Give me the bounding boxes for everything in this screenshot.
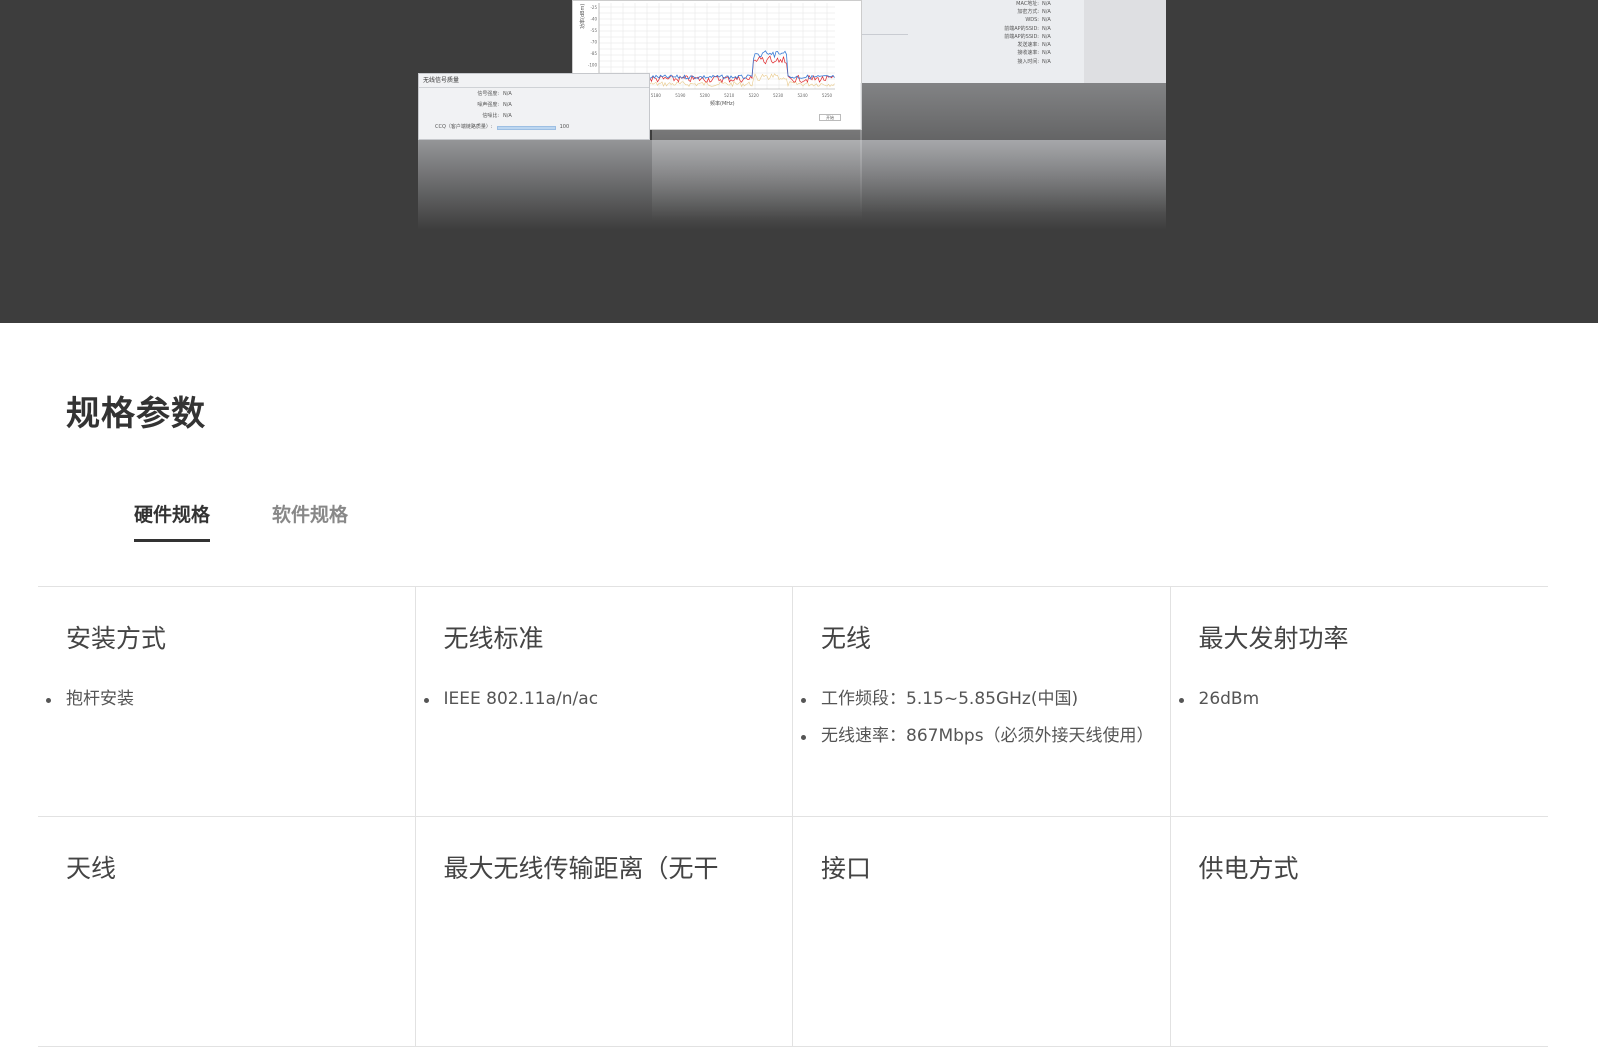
signal-quality-screenshot: 无线信号质量 信号强度: N/A 噪声强度: N/A 信噪比: N/A CCQ（客户端… [418, 73, 650, 140]
spec-row: 天线 最大无线传输距离（无干 接口 供电方式 [38, 817, 1548, 1047]
signal-row: 信号强度: N/A [477, 91, 512, 97]
x-tick-label: 5210 [724, 93, 735, 98]
divider [860, 34, 908, 35]
status-rows: MAC地址: N/A 加密方式: N/A WDS: N/A 前端AP的SSID: N/A 前端A… [942, 0, 1092, 66]
status-row: 接收速率: N/A [1017, 50, 1051, 57]
status-row: 加密方式: N/A [1017, 8, 1051, 15]
y-tick-label: -55 [590, 28, 597, 33]
y-tick-label: -40 [590, 17, 597, 22]
x-axis-label: 频率(MHz) [710, 101, 735, 107]
spec-heading: 天线 [66, 854, 117, 883]
spec-cell: 无线标准 IEEE 802.11a/n/ac [416, 587, 793, 816]
x-tick-label: 5240 [797, 93, 808, 98]
x-tick-label: 5220 [749, 93, 760, 98]
spec-item: 26dBm [1178, 685, 1549, 714]
spec-item: 工作频段：5.15~5.85GHz(中国) [801, 685, 1170, 714]
page-title: 规格参数 [66, 394, 206, 434]
spec-heading: 供电方式 [1198, 854, 1299, 883]
spec-cell: 无线工作频段：5.15~5.85GHz(中国) 无线速率：867Mbps（必须外接… [793, 587, 1171, 816]
spec-list: 抱杆安装 [46, 685, 415, 714]
spec-item: 无线速率：867Mbps（必须外接天线使用） [801, 722, 1170, 751]
status-row: 发送速率: N/A [1017, 42, 1051, 49]
status-row: WDS: N/A [1025, 17, 1051, 24]
status-row: 前端AP的SSID: N/A [1004, 33, 1051, 40]
ccq-row: CCQ（客户端链路质量）: 100 [435, 125, 569, 130]
spec-item: IEEE 802.11a/n/ac [423, 685, 793, 714]
spec-list: 工作频段：5.15~5.85GHz(中国) 无线速率：867Mbps（必须外接天线… [801, 685, 1170, 751]
spec-tabs: 硬件规格 软件规格 [134, 500, 410, 542]
status-row: 接入时间: N/A [1017, 58, 1051, 65]
y-tick-label: -25 [590, 5, 597, 10]
x-tick-label: 5200 [700, 93, 711, 98]
y-tick-label: -100 [588, 63, 598, 68]
tab-hardware-spec[interactable]: 硬件规格 [134, 500, 211, 542]
spec-grid: 安装方式 抱杆安装 无线标准 IEEE 802.11a/n/ac 无线 工作频段：5.15… [38, 586, 1548, 1047]
spec-heading: 安装方式 [66, 624, 167, 653]
ccq-label: CCQ（客户端链路质量）: [435, 124, 493, 130]
spec-cell: 天线 [38, 817, 416, 1046]
signal-row: 信噪比: N/A [482, 113, 512, 119]
side-pane [1084, 0, 1166, 83]
spec-cell: 供电方式 [1171, 817, 1549, 1046]
spec-heading: 接口 [821, 854, 872, 883]
spec-list: 26dBm [1178, 685, 1549, 714]
screenshot-reflection [652, 130, 862, 220]
start-button[interactable]: 开始 [819, 114, 841, 121]
hero-banner: MAC地址: N/A 加密方式: N/A WDS: N/A 前端AP的SSID: N/A 前端A… [0, 0, 1598, 323]
spec-row: 安装方式 抱杆安装 无线标准 IEEE 802.11a/n/ac 无线 工作频段：5.15… [38, 587, 1548, 817]
ccq-value: 100 [559, 124, 570, 130]
tab-software-spec[interactable]: 软件规格 [272, 500, 348, 542]
spec-cell: 最大发射功率 26dBm [1171, 587, 1549, 816]
spec-heading: 无线标准 [443, 624, 544, 653]
spec-list: IEEE 802.11a/n/ac [423, 685, 793, 714]
signal-row: 噪声强度: N/A [477, 102, 512, 108]
spec-heading: 最大无线传输距离（无干 [443, 854, 719, 883]
status-row: 前端AP的SSID: N/A [1004, 25, 1051, 32]
spec-heading: 最大发射功率 [1198, 624, 1349, 653]
x-tick-label: 5180 [651, 93, 662, 98]
x-tick-label: 5190 [675, 93, 686, 98]
spec-item: 抱杆安装 [46, 685, 415, 714]
signal-panel-title: 无线信号质量 [423, 77, 460, 84]
ccq-progress-bar [496, 125, 556, 130]
screenshot-reflection [860, 83, 1166, 213]
spec-cell: 安装方式抱杆安装 [38, 587, 416, 816]
divider [419, 87, 649, 88]
status-row: MAC地址: N/A [1016, 0, 1051, 7]
y-axis-label: 功率(dBm) [580, 3, 586, 29]
x-tick-label: 5250 [822, 93, 833, 98]
spec-cell: 最大无线传输距离（无干 [416, 817, 793, 1046]
spec-cell: 接口 [793, 817, 1171, 1046]
y-tick-label: -70 [590, 40, 597, 45]
x-tick-label: 5230 [773, 93, 784, 98]
y-tick-label: -85 [590, 51, 597, 56]
ap-status-screenshot: MAC地址: N/A 加密方式: N/A WDS: N/A 前端AP的SSID: N/A 前端A… [860, 0, 1166, 83]
spec-heading: 无线 [821, 624, 872, 653]
